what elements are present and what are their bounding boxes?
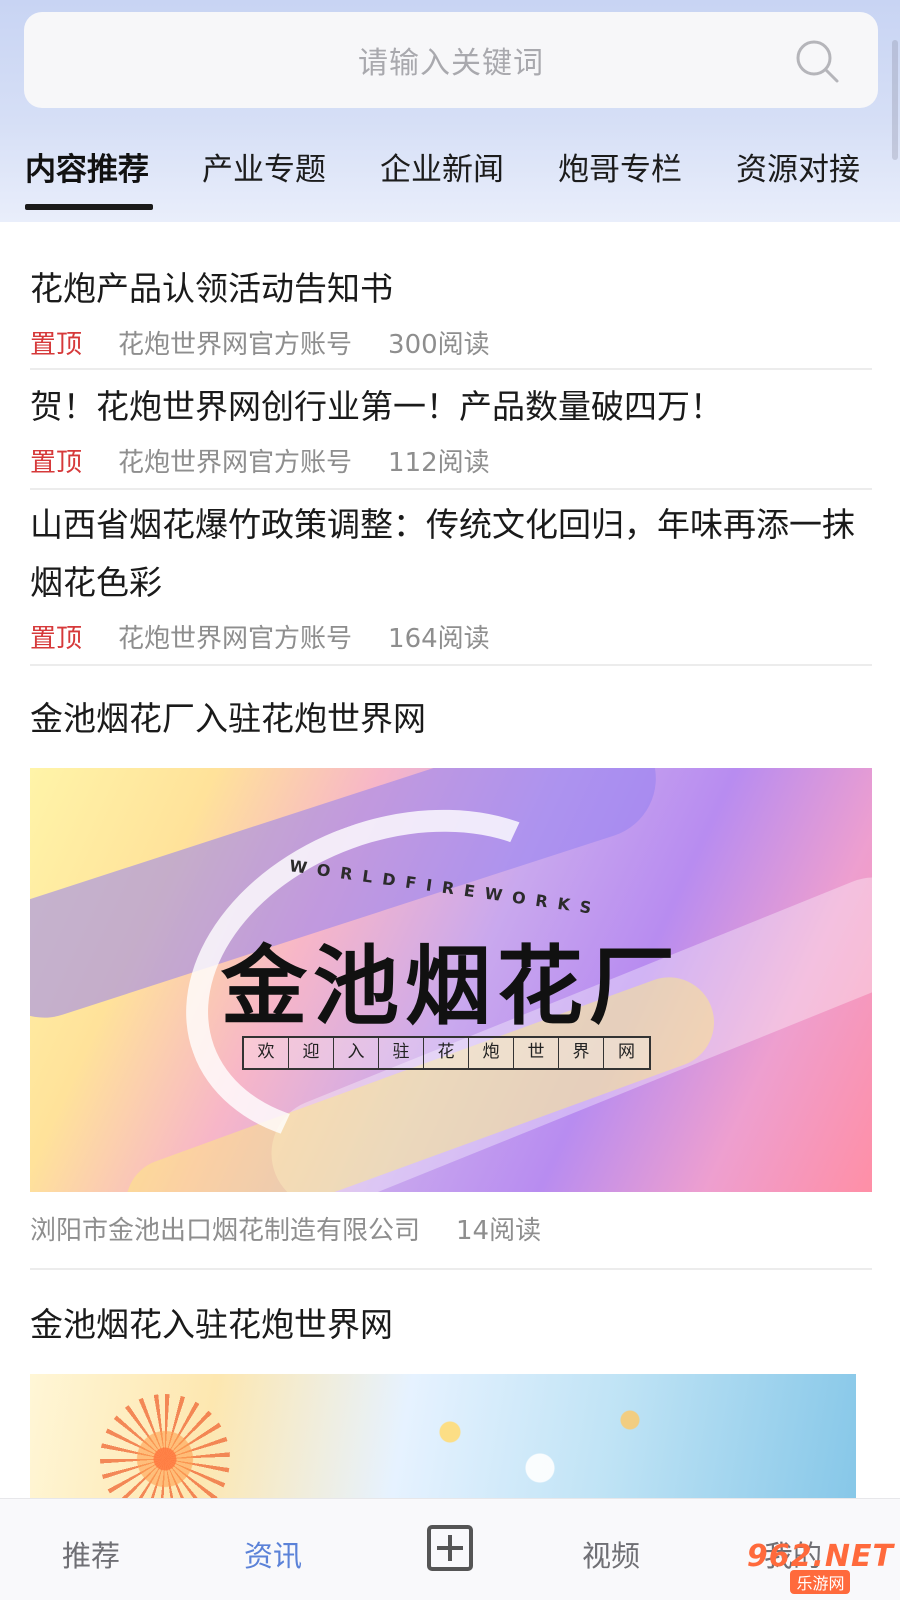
list-item-with-image[interactable]: 金池烟花入驻花炮世界网 (30, 1296, 872, 1354)
welcome-char: 界 (559, 1038, 604, 1068)
divider (30, 368, 872, 370)
banner-welcome-strip: 欢 迎 入 驻 花 炮 世 界 网 (242, 1036, 651, 1070)
divider (30, 1268, 872, 1270)
welcome-char: 驻 (379, 1038, 424, 1068)
item-reads: 14阅读 (456, 1215, 542, 1246)
tab-video[interactable]: 视频 (582, 1533, 640, 1575)
list-item-with-image[interactable]: 金池烟花厂入驻花炮世界网 (30, 690, 872, 748)
item-source: 浏阳市金池出口烟花制造有限公司 (30, 1215, 421, 1246)
welcome-char: 迎 (289, 1038, 334, 1068)
pinned-badge: 置顶 (30, 329, 83, 360)
item-title: 山西省烟花爆竹政策调整：传统文化回归，年味再添一抹烟花色彩 (30, 505, 855, 602)
article-banner-image[interactable]: WORLDFIREWORKS 金池烟花厂 欢 迎 入 驻 花 炮 世 界 网 (30, 768, 872, 1192)
list-item[interactable]: 贺！花炮世界网创行业第一！产品数量破四万！ 置顶 花炮世界网官方账号 112阅读 (30, 378, 872, 480)
divider (30, 664, 872, 666)
item-title: 贺！花炮世界网创行业第一！产品数量破四万！ (30, 387, 723, 426)
item-title: 金池烟花入驻花炮世界网 (30, 1305, 393, 1344)
bottom-tab-bar: 推荐 资讯 视频 我的 962.NET 乐游网 (0, 1498, 900, 1600)
tab-industry-topics[interactable]: 产业专题 (202, 144, 326, 189)
item-reads: 112阅读 (388, 447, 490, 478)
welcome-char: 炮 (469, 1038, 514, 1068)
item-reads: 164阅读 (388, 623, 490, 654)
search-icon[interactable] (794, 38, 840, 84)
pinned-badge: 置顶 (30, 447, 83, 478)
pinned-badge: 置顶 (30, 623, 83, 654)
search-bar[interactable]: 请输入关键词 (24, 12, 878, 108)
welcome-char: 花 (424, 1038, 469, 1068)
tab-content-recommend[interactable]: 内容推荐 (25, 144, 149, 189)
item-meta-row: 浏阳市金池出口烟花制造有限公司 14阅读 (30, 1204, 872, 1248)
item-source: 花炮世界网官方账号 (118, 447, 353, 478)
divider (30, 488, 872, 490)
list-item[interactable]: 山西省烟花爆竹政策调整：传统文化回归，年味再添一抹烟花色彩 置顶 花炮世界网官方… (30, 496, 872, 656)
welcome-char: 入 (334, 1038, 379, 1068)
welcome-char: 世 (514, 1038, 559, 1068)
news-feed: 花炮产品认领活动告知书 置顶 花炮世界网官方账号 300阅读 贺！花炮世界网创行… (0, 222, 900, 1498)
tab-news[interactable]: 资讯 (244, 1533, 302, 1575)
publish-plus-icon[interactable] (427, 1525, 473, 1571)
item-meta: 置顶 花炮世界网官方账号 164阅读 (30, 616, 872, 656)
tab-company-news[interactable]: 企业新闻 (380, 144, 504, 189)
firework-graphic (100, 1394, 230, 1498)
item-title: 花炮产品认领活动告知书 (30, 269, 393, 308)
item-meta: 浏阳市金池出口烟花制造有限公司 14阅读 (30, 1208, 872, 1248)
tab-resource-matching[interactable]: 资源对接 (736, 144, 860, 189)
item-meta: 置顶 花炮世界网官方账号 300阅读 (30, 322, 872, 362)
item-source: 花炮世界网官方账号 (118, 623, 353, 654)
search-placeholder: 请输入关键词 (358, 46, 544, 81)
welcome-char: 网 (618, 1042, 635, 1062)
watermark-text: 962.NET (746, 1539, 894, 1574)
active-tab-indicator (25, 204, 153, 210)
tab-paoge-column[interactable]: 炮哥专栏 (558, 144, 682, 189)
welcome-char: 欢 (244, 1038, 289, 1068)
watermark-logo: 962.NET 乐游网 (747, 1539, 894, 1594)
item-reads: 300阅读 (388, 329, 490, 360)
paint-splash (390, 1384, 690, 1498)
list-item[interactable]: 花炮产品认领活动告知书 置顶 花炮世界网官方账号 300阅读 (30, 260, 872, 362)
category-tabs: 内容推荐 产业专题 企业新闻 炮哥专栏 资源对接 (0, 130, 900, 210)
article-banner-image[interactable] (30, 1374, 856, 1498)
banner-headline: 金池烟花厂 (221, 937, 681, 1037)
watermark-sub: 乐游网 (790, 1570, 851, 1594)
item-title: 金池烟花厂入驻花炮世界网 (30, 699, 426, 738)
item-source: 花炮世界网官方账号 (118, 329, 353, 360)
item-meta: 置顶 花炮世界网官方账号 112阅读 (30, 440, 872, 480)
tab-recommend[interactable]: 推荐 (62, 1533, 120, 1575)
